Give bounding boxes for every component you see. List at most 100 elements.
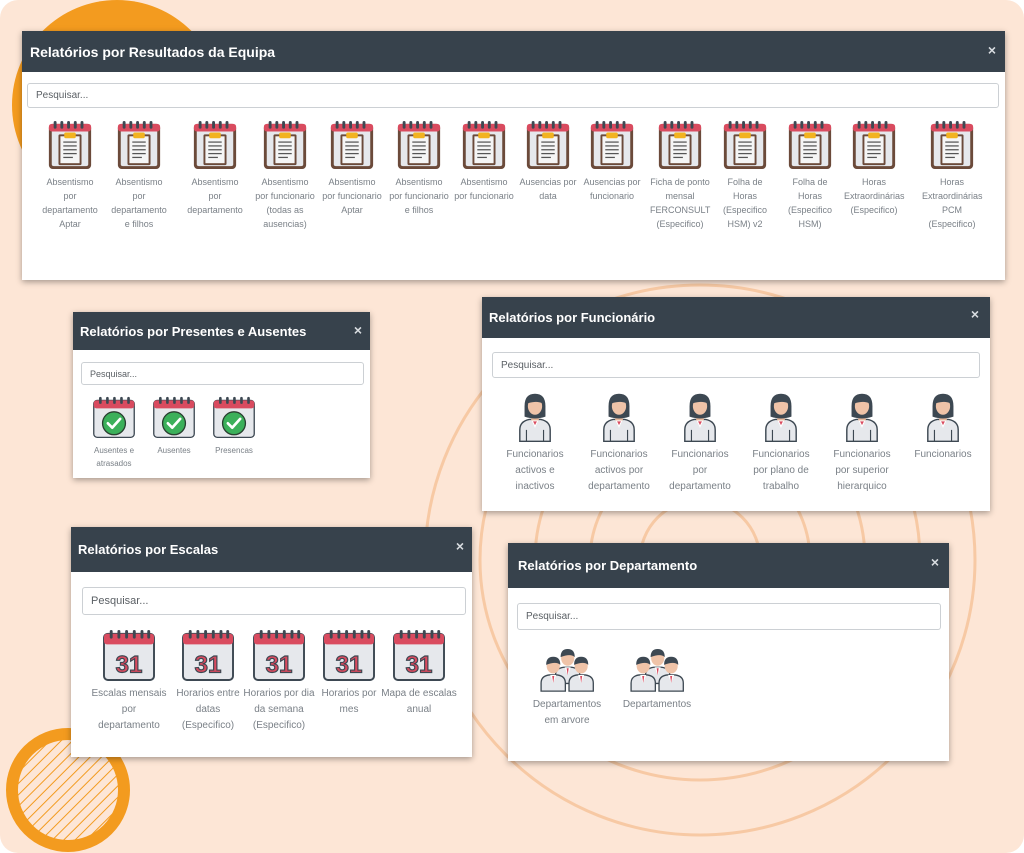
panel-resultados-equipa: Relatórios por Resultados da Equipa × Ab… [22,31,1005,280]
report-item[interactable]: Ausencias por funcionario [582,120,642,203]
close-icon[interactable]: × [971,307,979,321]
report-item[interactable]: Ausencias por data [518,120,578,203]
report-item-label: Presencas [215,446,253,455]
clipboard-icon [255,120,315,171]
panel-escalas: Relatórios por Escalas × 31 Escalas mensa… [71,527,472,757]
close-icon[interactable]: × [931,555,939,569]
svg-text:31: 31 [336,651,363,678]
report-item[interactable]: Absentismo por departamento [185,120,245,217]
close-icon[interactable]: × [456,539,464,553]
employee-icon [665,390,735,443]
clipboard-icon [40,120,100,171]
report-item-label: Ausencias por data [519,176,577,201]
calendar-31-icon: 31 [91,629,167,682]
clipboard-icon [582,120,642,171]
report-item-label: Ausencias por funcionario [583,176,641,201]
employee-icon [827,390,897,443]
calendar-31-icon: 31 [241,629,317,682]
search-input[interactable] [517,603,941,630]
report-item-label: Absentismo por funcionario [454,176,514,201]
report-item[interactable]: Folha de Horas (Especifico HSM) v2 [715,120,775,231]
report-item[interactable]: 31 Horarios por mes [311,629,387,718]
report-item[interactable]: Funcionarios activos por departamento [584,390,654,495]
panel-header: Relatórios por Escalas × [71,527,472,572]
report-item-label: Absentismo por departamento Aptar [42,176,98,229]
clipboard-icon [185,120,245,171]
clipboard-icon [844,120,904,171]
search-input[interactable] [82,587,466,615]
report-item-label: Absentismo por funcionario Aptar [322,176,382,215]
report-item-label: Absentismo por funcionario (todas as aus… [255,176,315,229]
panel-title: Relatórios por Departamento [518,558,698,573]
report-item-label: Mapa de escalas anual [381,687,457,715]
report-item-label: Funcionarios por plano de trabalho [752,449,810,493]
report-item-label: Ficha de ponto mensal FERCONSULT (Especi… [650,176,711,229]
search-input[interactable] [27,83,999,108]
report-item-label: Horarios por mes [321,687,377,715]
employee-icon [908,390,978,443]
clipboard-icon [922,120,982,171]
panel-funcionario: Relatórios por Funcionário × Funcionario… [482,297,990,511]
employee-icon [584,390,654,443]
calendar-check-icon [206,396,262,440]
report-item-label: Horas Extraordinárias PCM (Especifico) [922,176,983,229]
report-item[interactable]: Funcionarios [908,390,978,463]
svg-text:31: 31 [195,651,222,678]
clipboard-icon [454,120,514,171]
report-item-label: Horarios entre datas (Especifico) [176,687,240,731]
report-item[interactable]: Absentismo por funcionario [454,120,514,203]
report-item-label: Departamentos em arvore [532,699,602,727]
report-item[interactable]: Departamentos em arvore [525,645,609,729]
report-item[interactable]: 31 Mapa de escalas anual [381,629,457,718]
report-item[interactable]: Ausentes e atrasados [86,396,142,470]
report-item-label: Funcionarios activos por departamento [588,449,650,493]
report-item[interactable]: Absentismo por funcionario (todas as aus… [255,120,315,231]
report-item[interactable]: Ficha de ponto mensal FERCONSULT (Especi… [650,120,710,231]
report-item[interactable]: Horas Extraordinárias PCM (Especifico) [922,120,983,231]
report-item[interactable]: Absentismo por departamento e filhos [109,120,169,231]
report-item[interactable]: Funcionarios por departamento [665,390,735,495]
panel-header: Relatórios por Presentes e Ausentes × [73,312,370,350]
calendar-check-icon [146,396,202,440]
clipboard-icon [780,120,840,171]
panel-title: Relatórios por Resultados da Equipa [30,43,276,60]
report-item[interactable]: Departamentos [615,645,699,713]
search-input[interactable] [492,352,980,378]
report-item[interactable]: Absentismo por funcionario Aptar [322,120,382,217]
report-item-label: Folha de Horas (Especifico HSM) [787,176,832,229]
panel-header: Relatórios por Resultados da Equipa × [22,31,1005,72]
report-item[interactable]: 31 Horarios por dia da semana (Especifico… [241,629,317,734]
report-item[interactable]: 31 Horarios entre datas (Especifico) [170,629,246,734]
report-item[interactable]: Folha de Horas (Especifico HSM) [780,120,840,231]
panel-title: Relatórios por Escalas [78,542,219,557]
report-item[interactable]: Funcionarios por superior hierarquico [827,390,897,495]
close-icon[interactable]: × [354,323,362,337]
report-item[interactable]: Absentismo por departamento Aptar [40,120,100,231]
clipboard-icon [109,120,169,171]
report-item[interactable]: Presencas [206,396,262,457]
clipboard-icon [322,120,382,171]
svg-text:31: 31 [266,651,293,678]
clipboard-icon [518,120,578,171]
report-item-label: Absentismo por departamento [187,176,243,215]
panel-presentes-ausentes: Relatórios por Presentes e Ausentes × Au… [73,312,370,478]
report-item[interactable]: Funcionarios activos e inactivos [500,390,570,495]
report-item[interactable]: Absentismo por funcionario e filhos [389,120,449,217]
report-item[interactable]: Funcionarios por plano de trabalho [746,390,816,495]
report-item-label: Folha de Horas (Especifico HSM) v2 [722,176,767,229]
report-item-label: Ausentes e atrasados [93,446,135,468]
report-item-label: Absentismo por departamento e filhos [111,176,167,229]
report-item[interactable]: Ausentes [146,396,202,457]
search-input[interactable] [81,362,364,385]
report-selection-canvas: Relatórios por Resultados da Equipa × Ab… [0,0,1024,853]
panel-title: Relatórios por Presentes e Ausentes [80,323,307,339]
report-item-label: Horas Extraordinárias (Especifico) [844,176,905,215]
report-item[interactable]: 31 Escalas mensais por departamento [91,629,167,734]
clipboard-icon [650,120,710,171]
report-item[interactable]: Horas Extraordinárias (Especifico) [844,120,905,217]
employee-icon [746,390,816,443]
report-item-label: Funcionarios por superior hierarquico [833,449,891,493]
close-icon[interactable]: × [988,43,996,57]
team-icon [525,645,609,693]
clipboard-icon [715,120,775,171]
